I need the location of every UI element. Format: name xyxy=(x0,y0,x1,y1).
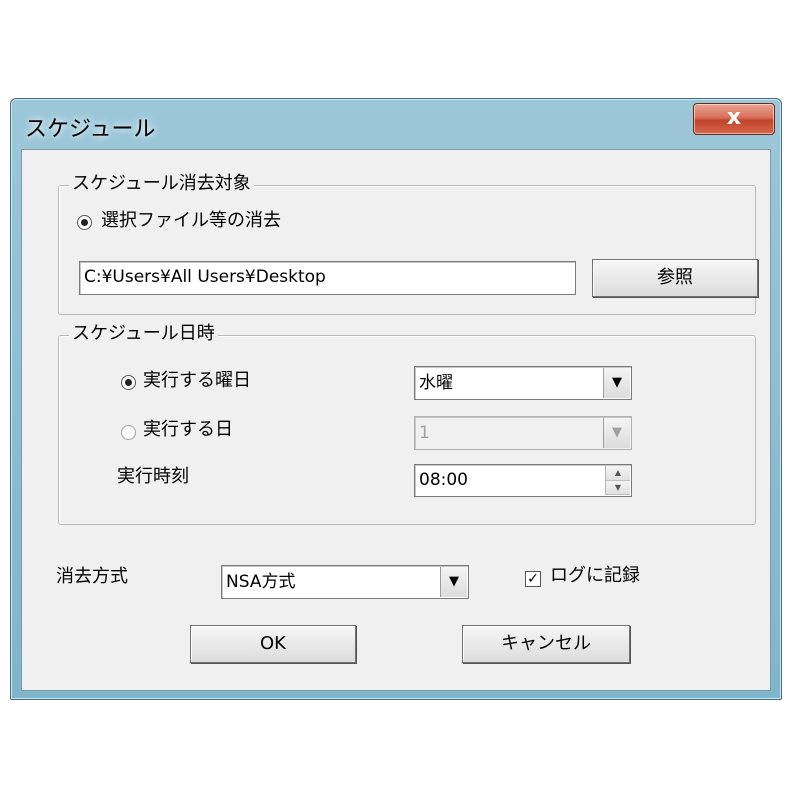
erase-selected-label: 選択ファイル等の消去 xyxy=(101,210,281,231)
method-label: 消去方式 xyxy=(56,566,128,587)
dialog-body: スケジュール消去対象 選択ファイル等の消去 C:¥Users¥All Users… xyxy=(21,149,771,691)
weekday-select-value: 水曜 xyxy=(419,373,453,393)
path-input[interactable]: C:¥Users¥All Users¥Desktop xyxy=(79,261,576,295)
target-group: スケジュール消去対象 選択ファイル等の消去 C:¥Users¥All Users… xyxy=(58,171,758,315)
spin-up-icon[interactable]: ▲ xyxy=(606,466,630,481)
datetime-group: スケジュール日時 実行する曜日 水曜 ▼ 実行する日 1 ▼ 実行時刻 08:0… xyxy=(58,321,756,525)
chevron-down-icon[interactable]: ▼ xyxy=(440,567,467,597)
time-spinner[interactable]: ▲ ▼ xyxy=(605,466,630,495)
log-checkbox[interactable]: ✓ xyxy=(525,571,541,587)
day-select: 1 ▼ xyxy=(414,416,632,450)
time-label: 実行時刻 xyxy=(117,466,189,487)
title-bar[interactable]: スケジュール x xyxy=(11,99,781,151)
log-checkbox-label: ログに記録 xyxy=(550,565,640,586)
chevron-down-icon[interactable]: ▼ xyxy=(603,368,630,398)
weekday-radio-label: 実行する曜日 xyxy=(143,370,251,391)
target-group-legend: スケジュール消去対象 xyxy=(69,171,254,197)
schedule-dialog: スケジュール x スケジュール消去対象 選択ファイル等の消去 C:¥Users¥… xyxy=(10,98,782,700)
time-input[interactable]: 08:00 ▲ ▼ xyxy=(414,464,632,497)
weekday-select[interactable]: 水曜 ▼ xyxy=(414,366,632,400)
day-radio[interactable] xyxy=(121,425,136,440)
browse-button[interactable]: 参照 xyxy=(592,259,758,297)
chevron-down-icon: ▼ xyxy=(603,418,630,448)
method-select-value: NSA方式 xyxy=(226,572,296,592)
erase-selected-radio[interactable] xyxy=(77,215,92,230)
method-select[interactable]: NSA方式 ▼ xyxy=(221,565,469,599)
day-select-value: 1 xyxy=(419,423,430,443)
datetime-group-legend: スケジュール日時 xyxy=(69,321,218,347)
window-title: スケジュール xyxy=(25,117,156,142)
close-button[interactable]: x xyxy=(693,103,775,135)
spin-down-icon[interactable]: ▼ xyxy=(606,480,630,495)
day-radio-label: 実行する日 xyxy=(143,419,233,440)
ok-button[interactable]: OK xyxy=(190,625,356,663)
weekday-radio[interactable] xyxy=(121,375,136,390)
close-icon: x xyxy=(726,105,742,130)
time-input-value: 08:00 xyxy=(419,470,468,490)
cancel-button[interactable]: キャンセル xyxy=(462,625,630,663)
